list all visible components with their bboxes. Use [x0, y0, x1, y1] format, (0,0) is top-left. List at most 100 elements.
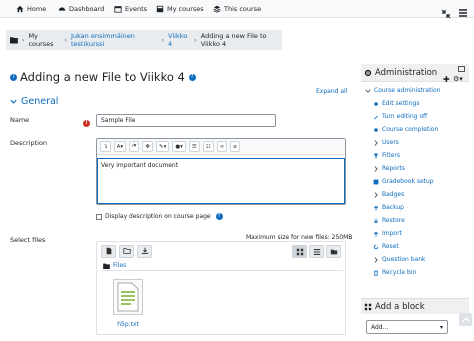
section-general-toggle[interactable]: General [10, 96, 58, 107]
trash-icon [374, 270, 378, 276]
help-icon[interactable]: ? [188, 74, 196, 81]
name-label: Name [10, 116, 30, 124]
sidebar-item-reset[interactable]: Reset [373, 243, 399, 250]
files-breadcrumb[interactable]: Files [103, 262, 126, 269]
menu-icon[interactable] [458, 3, 468, 22]
sidebar-item-gradebook[interactable]: Gradebook setup [373, 178, 434, 185]
home-icon [16, 5, 24, 13]
nav-events-label: Events [125, 5, 148, 13]
fullscreen-button[interactable]: ✥ [142, 141, 153, 152]
nav-dashboard[interactable]: Dashboard [58, 3, 104, 15]
nav-mycourses[interactable]: My courses [156, 3, 204, 15]
breadcrumb-current: Adding a new File to Viikko 4 [200, 32, 267, 48]
name-input[interactable]: Sample File [96, 114, 276, 127]
upload-icon [373, 231, 379, 236]
select-files-label: Select files [10, 236, 46, 244]
sidebar-item-course-admin[interactable]: Course administration [365, 87, 440, 94]
add-file-button[interactable] [101, 244, 116, 258]
chevron-right-icon [374, 165, 378, 172]
upload-icon [373, 205, 379, 210]
sidebar-item-label: Filters [382, 152, 400, 159]
sidebar-item-filters[interactable]: Filters [373, 152, 400, 159]
numbered-list-button[interactable]: ☷ [202, 141, 214, 152]
nav-mycourses-label: My courses [167, 5, 204, 13]
scroll-to-top-button[interactable] [459, 313, 472, 326]
files-crumb-label: Files [113, 262, 127, 269]
toolbar-toggle-button[interactable]: ↴ [100, 141, 111, 152]
filter-icon [373, 153, 379, 158]
gear-icon [364, 69, 372, 76]
grid-icon [296, 248, 303, 255]
sidebar-item-label: Backup [382, 204, 404, 211]
editor-toolbar: ↴ A▾ 𝑖▾ ✥ ✎▾ ●▾ ☰ ☷ ∞ ⌀ [97, 139, 345, 155]
description-textarea[interactable]: Very important document [97, 158, 345, 204]
sidebar-item-recycle-bin[interactable]: Recycle bin [373, 269, 416, 276]
expand-all-link[interactable]: Expand all [316, 88, 347, 95]
add-block-header: Add a block [361, 298, 469, 314]
breadcrumb-course[interactable]: Jukan ensimmäinen testikurssi [71, 32, 157, 48]
sidebar-item-label: Edit settings [382, 100, 420, 107]
add-block-select[interactable]: Add... ▾ [366, 320, 448, 334]
layers-icon [213, 5, 221, 13]
sidebar-item-question-bank[interactable]: Question bank [373, 256, 426, 263]
nav-home-label: Home [27, 5, 47, 13]
table-icon [373, 179, 379, 184]
unlink-button[interactable]: ⌀ [230, 141, 240, 152]
sidebar-item-restore[interactable]: Restore [373, 217, 405, 224]
sidebar-item-backup[interactable]: Backup [373, 204, 404, 211]
nav-thiscourse-label: This course [224, 5, 262, 13]
nav-thiscourse[interactable]: This course [213, 3, 261, 15]
file-name[interactable]: h5p.txt [113, 321, 143, 328]
view-icons-button[interactable] [292, 245, 307, 258]
description-editor: ↴ A▾ 𝑖▾ ✥ ✎▾ ●▾ ☰ ☷ ∞ ⌀ Very important d… [96, 138, 346, 205]
block-settings-icon[interactable]: ⚙▾ [453, 75, 463, 83]
view-list-button[interactable] [309, 245, 324, 258]
sidebar-item-badges[interactable]: Badges [373, 191, 404, 198]
chevron-down-icon: ▾ [439, 323, 443, 331]
move-icon[interactable]: ✚ [443, 75, 450, 84]
sidebar-item-label: Gradebook setup [382, 178, 434, 185]
help-icon[interactable]: ? [215, 213, 223, 220]
info-icon: i [10, 74, 17, 81]
sidebar-item-users[interactable]: Users [373, 139, 399, 146]
chevron-right-icon [374, 139, 378, 146]
text-file-icon[interactable] [113, 279, 143, 315]
file-icon [106, 247, 111, 255]
create-folder-button[interactable] [119, 244, 134, 258]
view-buttons [292, 245, 341, 258]
collapse-icon[interactable] [441, 4, 451, 23]
style-button[interactable]: ✎▾ [155, 141, 170, 152]
max-size-text: Maximum size for new files: 250MB [246, 234, 353, 241]
nav-events[interactable]: Events [114, 3, 147, 15]
link-button[interactable]: ∞ [216, 141, 228, 152]
breadcrumb-mycourses[interactable]: My courses [28, 32, 60, 48]
breadcrumb-section[interactable]: Viikko 4 [168, 32, 190, 48]
chevron-right-icon [374, 256, 378, 263]
chevron-right-icon [374, 191, 378, 198]
nav-home[interactable]: Home [16, 3, 46, 15]
view-tree-button[interactable] [326, 245, 341, 258]
sidebar-item-reports[interactable]: Reports [373, 165, 405, 172]
sidebar-item-course-completion[interactable]: Course completion [373, 126, 438, 133]
chevron-down-icon [10, 99, 17, 104]
sidebar-item-import[interactable]: Import [373, 230, 402, 237]
chevron-up-icon [461, 316, 470, 322]
bullet-list-button[interactable]: ☰ [188, 141, 200, 152]
file-picker-toolbar [97, 242, 345, 260]
description-label: Description [10, 139, 48, 147]
sidebar-item-edit-settings[interactable]: Edit settings [373, 100, 419, 107]
display-description-checkbox[interactable] [96, 213, 102, 220]
download-button[interactable] [137, 244, 152, 258]
sidebar-item-label: Users [382, 139, 399, 146]
crumb-separator: › [194, 36, 197, 44]
font-style-button[interactable]: 𝑖▾ [129, 141, 140, 152]
color-button[interactable]: ●▾ [172, 141, 186, 152]
sidebar-item-label: Badges [382, 191, 405, 198]
minimize-icon[interactable] [458, 66, 465, 72]
paragraph-style-button[interactable]: A▾ [113, 141, 127, 152]
administration-title: Administration [375, 67, 438, 78]
sidebar-item-label: Question bank [382, 256, 426, 263]
folder-icon [122, 248, 131, 254]
folder-icon [103, 263, 110, 269]
sidebar-item-editing[interactable]: Turn editing off [373, 113, 427, 120]
